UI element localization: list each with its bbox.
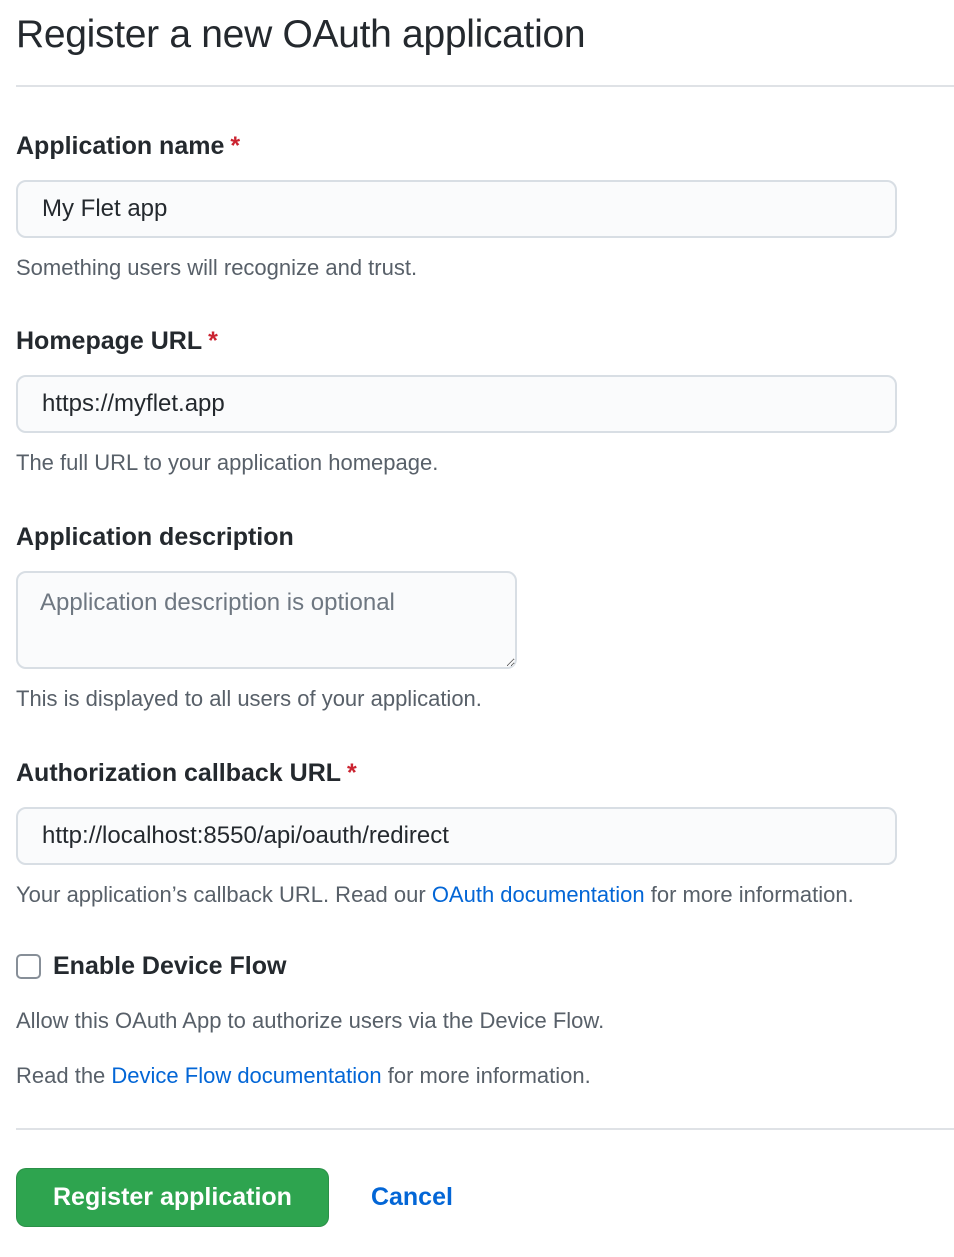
callback-url-label-text: Authorization callback URL	[16, 759, 341, 787]
actions-divider	[16, 1128, 954, 1130]
callback-url-help-suffix: for more information.	[645, 882, 854, 907]
title-divider	[16, 85, 954, 87]
page-title: Register a new OAuth application	[16, 12, 954, 59]
required-asterisk: *	[347, 759, 357, 787]
form-actions: Register application Cancel	[16, 1168, 954, 1227]
application-description-help: This is displayed to all users of your a…	[16, 685, 954, 714]
callback-url-help-prefix: Your application’s callback URL. Read ou…	[16, 882, 432, 907]
application-description-textarea[interactable]	[16, 571, 517, 669]
callback-url-input[interactable]	[16, 807, 897, 865]
enable-device-flow-checkbox[interactable]	[16, 954, 41, 979]
application-description-group: Application description This is displaye…	[16, 522, 954, 714]
device-flow-documentation-link[interactable]: Device Flow documentation	[111, 1063, 381, 1088]
application-name-input[interactable]	[16, 180, 897, 238]
device-flow-help: Allow this OAuth App to authorize users …	[16, 1007, 954, 1036]
homepage-url-label: Homepage URL*	[16, 326, 954, 356]
application-description-label-text: Application description	[16, 523, 294, 551]
register-application-button[interactable]: Register application	[16, 1168, 329, 1227]
required-asterisk: *	[208, 327, 218, 355]
device-flow-docs-prefix: Read the	[16, 1063, 111, 1088]
enable-device-flow-label[interactable]: Enable Device Flow	[53, 951, 286, 981]
callback-url-group: Authorization callback URL* Your applica…	[16, 758, 954, 910]
application-name-group: Application name* Something users will r…	[16, 131, 954, 283]
callback-url-help: Your application’s callback URL. Read ou…	[16, 881, 954, 910]
homepage-url-help: The full URL to your application homepag…	[16, 449, 954, 478]
device-flow-docs-line: Read the Device Flow documentation for m…	[16, 1062, 954, 1091]
application-name-label-text: Application name	[16, 132, 224, 160]
oauth-documentation-link[interactable]: OAuth documentation	[432, 882, 645, 907]
application-name-label: Application name*	[16, 131, 954, 161]
device-flow-row: Enable Device Flow	[16, 951, 954, 981]
homepage-url-label-text: Homepage URL	[16, 327, 202, 355]
cancel-link[interactable]: Cancel	[371, 1183, 453, 1212]
application-description-label: Application description	[16, 522, 954, 552]
oauth-app-registration-page: Register a new OAuth application Applica…	[0, 0, 954, 1257]
application-name-help: Something users will recognize and trust…	[16, 254, 954, 283]
device-flow-docs-suffix: for more information.	[382, 1063, 591, 1088]
required-asterisk: *	[230, 132, 240, 160]
homepage-url-input[interactable]	[16, 375, 897, 433]
callback-url-label: Authorization callback URL*	[16, 758, 954, 788]
homepage-url-group: Homepage URL* The full URL to your appli…	[16, 326, 954, 478]
